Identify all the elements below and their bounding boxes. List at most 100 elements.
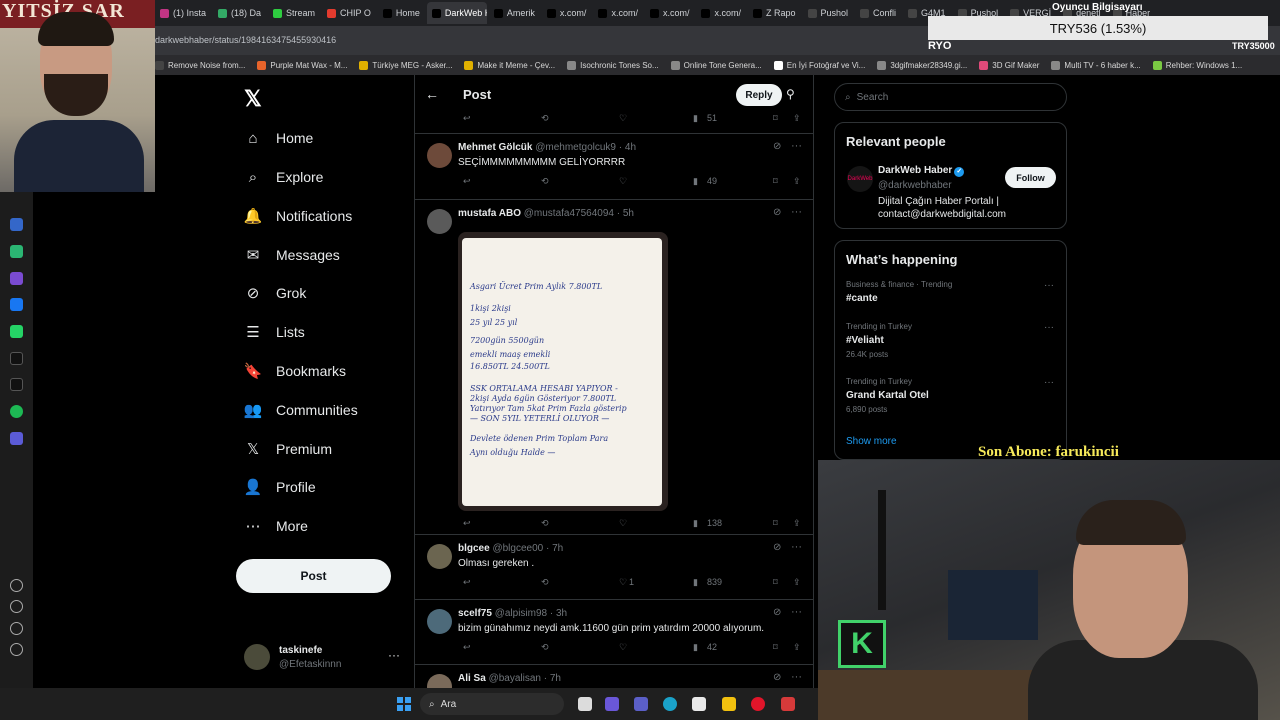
tweet-author[interactable]: scelf75 @alpisim98 · 3h (458, 608, 567, 619)
store-icon[interactable] (692, 697, 706, 711)
bookmark-icon[interactable]: ⌑ (773, 176, 778, 187)
nav-item-messages[interactable]: ✉ Messages (244, 243, 340, 267)
settings-icon[interactable] (10, 622, 23, 635)
more-icon[interactable]: ··· (1044, 377, 1054, 388)
reply-icon[interactable]: ↩ (463, 577, 471, 588)
avatar[interactable] (427, 609, 452, 634)
avatar[interactable]: DarkWeb (847, 166, 873, 192)
tweet-author[interactable]: Mehmet Gölcük @mehmetgolcuk9 · 4h (458, 142, 636, 153)
app-icon[interactable] (10, 245, 23, 258)
browser-tab[interactable]: Z Rapo (748, 2, 801, 24)
start-button[interactable] (397, 697, 411, 711)
repost-icon[interactable]: ⟲ (541, 518, 549, 529)
reply-icon[interactable]: ↩ (463, 113, 471, 124)
bookmark-item[interactable]: 3dgifmaker28349.gi... (877, 60, 967, 70)
bookmark-icon[interactable]: ⌑ (773, 577, 778, 588)
filter-icon[interactable]: ⚲ (786, 87, 795, 101)
clock-icon[interactable] (10, 600, 23, 613)
browser-tab[interactable]: Pushol (803, 2, 854, 24)
more-icon[interactable]: ··· (791, 541, 802, 553)
views-icon[interactable]: ▮ (693, 176, 698, 187)
x-logo-icon[interactable]: 𝕏 (244, 86, 262, 112)
account-switcher[interactable]: taskinefe @Efetaskinnn ··· (244, 644, 404, 674)
bookmark-item[interactable]: Isochronic Tones So... (567, 60, 659, 70)
like-icon[interactable]: ♡ (619, 113, 627, 124)
tweet-reply[interactable]: Mehmet Gölcük @mehmetgolcuk9 · 4h ⊘ ··· SEÇ… (415, 133, 813, 199)
nav-item-lists[interactable]: ☰ Lists (244, 320, 305, 344)
like-icon[interactable]: ♡ (619, 176, 627, 187)
heart-icon[interactable] (10, 579, 23, 592)
more-icon[interactable]: ··· (388, 648, 400, 662)
share-icon[interactable]: ⇪ (793, 642, 801, 653)
taskbar-search[interactable]: ⌕ Ara (420, 693, 564, 715)
like-icon[interactable]: ♡ (619, 642, 627, 653)
grok-icon[interactable]: ⊘ (773, 607, 781, 618)
share-icon[interactable]: ⇪ (793, 577, 801, 588)
tweet-reply[interactable]: blgcee @blgcee00 · 7h ⊘ ··· Olması gereken … (415, 534, 813, 599)
app-icon[interactable] (10, 272, 23, 285)
browser-tab[interactable]: Amerik (489, 2, 540, 24)
opera-icon[interactable] (751, 697, 765, 711)
teams-icon[interactable] (634, 697, 648, 711)
tweet-reply[interactable]: Ali Sa @bayalisan · 7h ⊘ ··· (415, 664, 813, 688)
bookmark-icon[interactable]: ⌑ (773, 113, 778, 124)
browser-tab[interactable]: (1) Insta (155, 2, 211, 24)
post-button[interactable]: Post (236, 559, 391, 593)
reply-icon[interactable]: ↩ (463, 518, 471, 529)
avatar[interactable] (427, 674, 452, 688)
spotify-icon[interactable] (10, 405, 23, 418)
avatar[interactable] (427, 143, 452, 168)
more-icon[interactable]: ··· (791, 671, 802, 683)
more-icon[interactable]: ··· (791, 206, 802, 218)
tiktok-icon[interactable] (10, 352, 23, 365)
app-icon[interactable] (10, 432, 23, 445)
tweet-reply[interactable]: scelf75 @alpisim98 · 3h ⊘ ··· bizim günahım… (415, 599, 813, 664)
browser-tab[interactable]: x.com/ (696, 2, 746, 24)
more-icon[interactable]: ··· (791, 606, 802, 618)
show-more-link[interactable]: Show more (846, 436, 897, 447)
task-view-icon[interactable] (578, 697, 592, 711)
x-icon[interactable] (10, 378, 23, 391)
nav-item-communities[interactable]: 👥 Communities (244, 398, 358, 422)
trend-item[interactable]: Trending in Turkey #Veliaht 26.4K posts ··· (846, 322, 1058, 359)
bookmark-item[interactable]: Purple Mat Wax - M... (257, 60, 347, 70)
reply-icon[interactable]: ↩ (463, 642, 471, 653)
avatar[interactable] (427, 209, 452, 234)
grok-icon[interactable]: ⊘ (773, 141, 781, 152)
bulb-icon[interactable] (10, 643, 23, 656)
bookmark-item[interactable]: Rehber: Windows 1... (1152, 60, 1242, 70)
avatar[interactable] (427, 544, 452, 569)
views-icon[interactable]: ▮ (693, 642, 698, 653)
edge-icon[interactable] (663, 697, 677, 711)
views-icon[interactable]: ▮ (693, 518, 698, 529)
attached-photo[interactable]: Asgari Ücret Prim Aylık 7.800TL 1kişi 2ki… (458, 232, 668, 511)
views-icon[interactable]: ▮ (693, 113, 698, 124)
grok-icon[interactable]: ⊘ (773, 542, 781, 553)
bookmark-item[interactable]: Make it Meme - Çev... (464, 60, 555, 70)
grok-icon[interactable]: ⊘ (773, 207, 781, 218)
like-icon[interactable]: ♡ (619, 577, 627, 588)
more-icon[interactable]: ··· (791, 140, 802, 152)
bookmark-item[interactable]: 3D Gif Maker (979, 60, 1039, 70)
reply-button[interactable]: Reply (736, 84, 782, 106)
search-input[interactable]: ⌕ Search (834, 83, 1067, 111)
browser-tab[interactable]: Home (378, 2, 425, 24)
repost-icon[interactable]: ⟲ (541, 113, 549, 124)
grok-icon[interactable]: ⊘ (773, 672, 781, 683)
address-bar-url[interactable]: darkwebhaber/status/1984163475455930416 (155, 35, 336, 45)
tweet-author[interactable]: Ali Sa @bayalisan · 7h (458, 673, 561, 684)
follow-button[interactable]: Follow (1005, 167, 1056, 188)
browser-tab[interactable]: Confli (855, 2, 901, 24)
share-icon[interactable]: ⇪ (793, 113, 801, 124)
tweet-author[interactable]: mustafa ABO @mustafa47564094 · 5h (458, 208, 634, 219)
bookmark-item[interactable]: Remove Noise from... (155, 60, 245, 70)
browser-tab[interactable]: x.com/ (542, 2, 592, 24)
more-icon[interactable]: ··· (1044, 280, 1054, 291)
share-icon[interactable]: ⇪ (793, 176, 801, 187)
browser-tab[interactable]: (18) Da (213, 2, 266, 24)
tweet-author[interactable]: blgcee @blgcee00 · 7h (458, 543, 563, 554)
explorer-icon[interactable] (722, 697, 736, 711)
nav-item-more[interactable]: ⋯ More (244, 514, 308, 538)
share-icon[interactable]: ⇪ (793, 518, 801, 529)
tweet-reply[interactable]: mustafa ABO @mustafa47564094 · 5h ⊘ ··· Asg… (415, 199, 813, 534)
